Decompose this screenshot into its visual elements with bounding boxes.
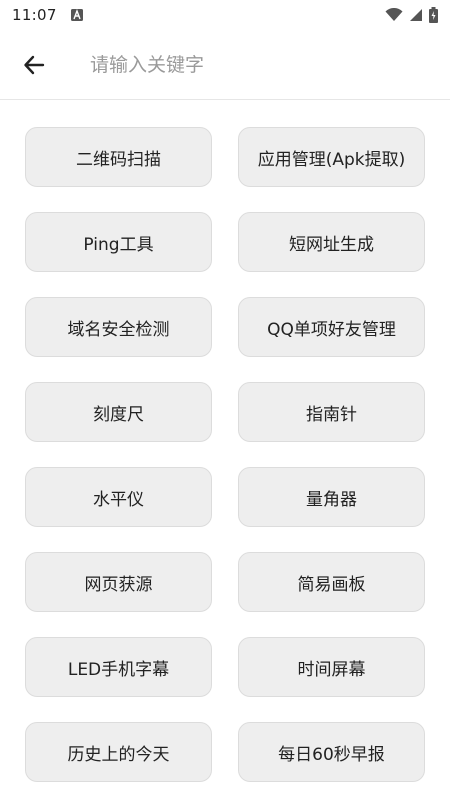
back-button[interactable] (14, 45, 54, 85)
font-a-icon (70, 9, 83, 21)
tool-button-compass[interactable]: 指南针 (238, 382, 425, 442)
status-icons (385, 7, 438, 23)
tool-button-today-in-history[interactable]: 历史上的今天 (25, 722, 212, 782)
tool-button-qr-scan[interactable]: 二维码扫描 (25, 127, 212, 187)
app-bar (0, 30, 450, 100)
wifi-icon (385, 8, 403, 21)
tool-button-domain-check[interactable]: 域名安全检测 (25, 297, 212, 357)
tool-button-ping[interactable]: Ping工具 (25, 212, 212, 272)
tool-button-drawing-board[interactable]: 简易画板 (238, 552, 425, 612)
tool-button-led-subtitle[interactable]: LED手机字幕 (25, 637, 212, 697)
status-time: 11:07 (12, 6, 57, 24)
tool-button-web-source[interactable]: 网页获源 (25, 552, 212, 612)
battery-charging-icon (429, 7, 438, 23)
signal-icon (410, 9, 422, 21)
tool-button-daily-news[interactable]: 每日60秒早报 (238, 722, 425, 782)
tool-button-level[interactable]: 水平仪 (25, 467, 212, 527)
arrow-left-icon (24, 55, 45, 74)
tool-button-time-screen[interactable]: 时间屏幕 (238, 637, 425, 697)
tool-button-short-url[interactable]: 短网址生成 (238, 212, 425, 272)
tool-button-ruler[interactable]: 刻度尺 (25, 382, 212, 442)
status-bar: 11:07 (0, 0, 450, 30)
tool-button-protractor[interactable]: 量角器 (238, 467, 425, 527)
search-input[interactable] (90, 53, 410, 76)
tool-button-app-manager[interactable]: 应用管理(Apk提取) (238, 127, 425, 187)
tool-button-qq-friend[interactable]: QQ单项好友管理 (238, 297, 425, 357)
tool-grid: 二维码扫描 应用管理(Apk提取) Ping工具 短网址生成 域名安全检测 QQ… (25, 127, 425, 782)
